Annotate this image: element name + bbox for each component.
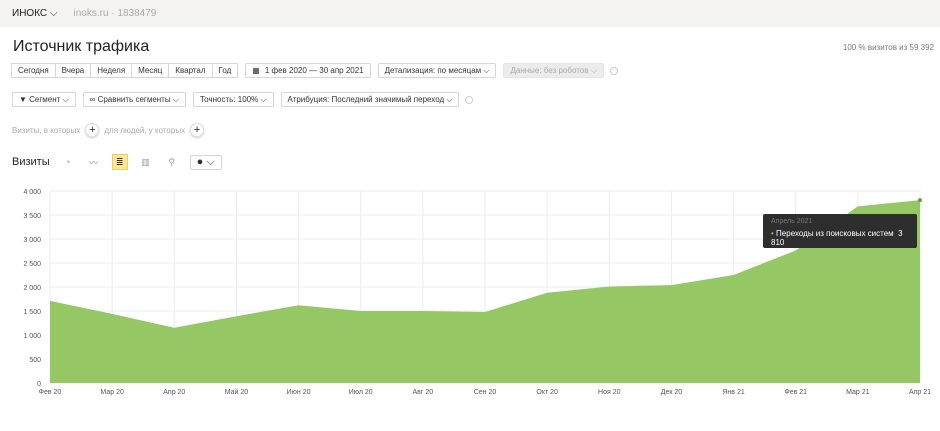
y-tick-label: 1 000 (23, 333, 41, 340)
data-point (918, 198, 922, 203)
x-tick-label: Май 20 (225, 388, 249, 396)
chart-tooltip: Апрель 2021 • Переходы из поисковых сист… (763, 214, 917, 248)
page-title: Источник трафика (13, 38, 150, 55)
x-tick-label: Фев 21 (784, 389, 807, 396)
x-tick-label: Мар 21 (846, 389, 870, 396)
help-icon[interactable] (465, 95, 474, 104)
y-tick-label: 0 (37, 381, 41, 388)
bar-chart-icon[interactable]: ▥ (138, 154, 154, 170)
x-tick-label: Апр 21 (909, 389, 931, 396)
segment-label: Сегмент (29, 95, 61, 104)
calendar-icon: ▦ (252, 66, 260, 75)
period-button[interactable]: Квартал (168, 63, 213, 78)
date-range-button[interactable]: ▦ 1 фев 2020 — 30 апр 2021 (245, 63, 371, 78)
map-pin-icon[interactable]: ⚲ (164, 154, 180, 170)
visits-filter-label: Визиты, в которых (12, 125, 81, 135)
x-tick-label: Апр 20 (163, 389, 185, 396)
comment-icon: ● (196, 156, 204, 168)
period-group: Сегодня Вчера Неделя Месяц Квартал Год (11, 63, 239, 78)
chart-toolbar: Визиты ◔ 〰 ≣ ▥ ⚲ ● ⌵ (12, 154, 222, 170)
y-tick-label: 1 500 (23, 309, 41, 316)
help-icon[interactable] (609, 66, 618, 75)
y-tick-label: 2 000 (23, 285, 41, 292)
accuracy-dropdown[interactable]: Точность: 100% ⌵ (192, 92, 274, 107)
line-chart-icon[interactable]: 〰 (86, 154, 102, 170)
people-filter-label: для людей, у которых (104, 125, 186, 135)
period-button[interactable]: Год (211, 63, 239, 78)
period-button[interactable]: Вчера (54, 63, 92, 78)
annotations-dropdown[interactable]: ● ⌵ (189, 154, 222, 170)
y-tick-label: 3 500 (23, 213, 41, 220)
x-tick-label: Авг 20 (413, 389, 434, 396)
tooltip-series: Переходы из поисковых систем (776, 229, 894, 238)
filter-icon: ▼ (19, 95, 27, 104)
x-tick-label: Дек 20 (661, 389, 683, 396)
x-tick-label: Окт 20 (536, 389, 558, 396)
site-counter: inoks.ru · 1838479 (73, 8, 157, 19)
metric-label: Визиты (12, 156, 50, 168)
detail-label: Детализация: по месяцам (384, 66, 482, 75)
toolbar-segment: ▼ Сегмент ⌵ ∞ Сравнить сегменты ⌵ Точнос… (12, 92, 474, 107)
x-tick-label: Июн 20 (287, 389, 311, 396)
attribution-dropdown[interactable]: Атрибуция: Последний значимый переход ⌵ (280, 92, 460, 107)
add-visit-filter-button[interactable]: + (85, 123, 100, 137)
period-button[interactable]: Месяц (131, 63, 170, 78)
accuracy-label: Точность: 100% (199, 95, 259, 104)
org-selector[interactable]: ИНОКС ⌵ (12, 8, 57, 19)
y-tick-label: 4 000 (23, 189, 41, 196)
org-name: ИНОКС (12, 8, 48, 19)
attribution-label: Атрибуция: Последний значимый переход (287, 95, 445, 104)
period-button[interactable]: Сегодня (11, 63, 56, 78)
add-people-filter-button[interactable]: + (190, 123, 205, 137)
top-bar: ИНОКС ⌵ inoks.ru · 1838479 (0, 0, 940, 27)
series-dot-icon: • (771, 229, 774, 238)
area-chart: 0 500 1 000 1 500 2 000 2 500 3 000 3 500 4 000 Ф… (23, 189, 931, 396)
filter-row: Визиты, в которых + для людей, у которых… (12, 123, 209, 137)
binoculars-icon: ∞ (89, 95, 96, 104)
tooltip-title: Апрель 2021 (771, 218, 813, 225)
compare-segments-dropdown[interactable]: ∞ Сравнить сегменты ⌵ (82, 92, 186, 107)
x-tick-label: Мар 20 (100, 389, 124, 396)
x-tick-label: Фев 20 (39, 389, 62, 396)
robots-label: Данные: без роботов (510, 66, 589, 75)
x-tick-label: Янв 21 (722, 389, 744, 396)
toolbar-period: Сегодня Вчера Неделя Месяц Квартал Год ▦ 1 фев… (11, 63, 618, 78)
x-tick-label: Ноя 20 (598, 389, 621, 396)
segment-dropdown[interactable]: ▼ Сегмент ⌵ (12, 92, 76, 107)
y-tick-label: 500 (29, 357, 41, 364)
compare-label: Сравнить сегменты (97, 95, 171, 104)
x-tick-label: Сен 20 (474, 389, 497, 396)
period-button[interactable]: Неделя (90, 63, 133, 78)
y-tick-label: 3 000 (23, 237, 41, 244)
visits-share: 100 % визитов из 59 392 (842, 43, 934, 52)
x-tick-label: Июл 20 (349, 389, 373, 396)
robots-dropdown[interactable]: Данные: без роботов ⌵ (503, 63, 604, 78)
y-tick-label: 2 500 (23, 261, 41, 268)
pie-chart-icon[interactable]: ◔ (60, 154, 76, 170)
date-range-label: 1 фев 2020 — 30 апр 2021 (264, 66, 364, 75)
area-chart-icon[interactable]: ≣ (111, 154, 128, 170)
detail-dropdown[interactable]: Детализация: по месяцам ⌵ (377, 63, 497, 78)
